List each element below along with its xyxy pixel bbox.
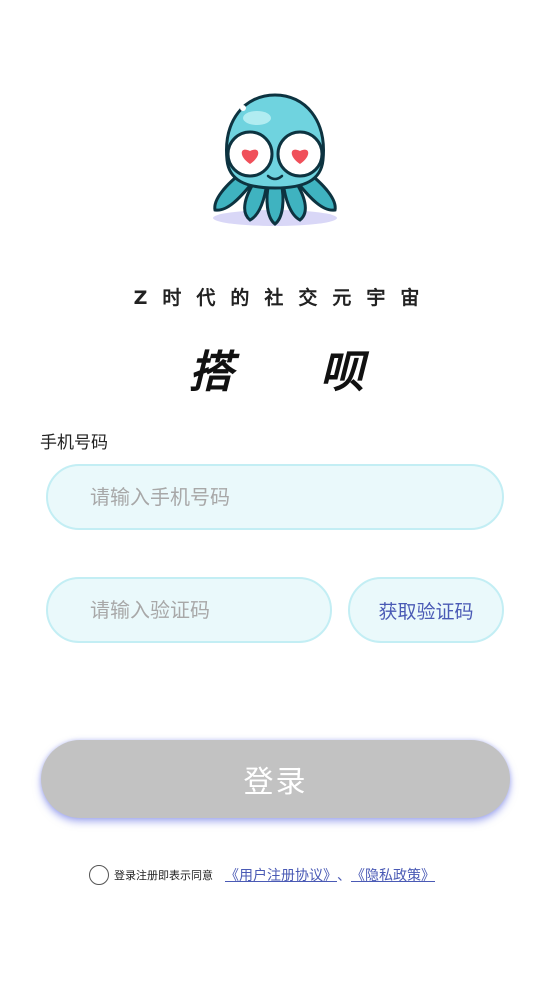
app-brand-title: 搭 呗 [188, 347, 401, 398]
phone-input[interactable] [88, 484, 502, 510]
user-agreement-link[interactable]: 《用户注册协议》 [225, 865, 337, 885]
phone-label: 手机号码 [40, 433, 108, 453]
agreement-text: 登录注册即表示同意 [114, 869, 213, 882]
radio-unchecked-icon[interactable] [89, 865, 109, 885]
agreement-separator: 、 [337, 868, 351, 884]
octopus-mascot-logo [213, 93, 337, 226]
phone-input-wrapper [46, 464, 504, 530]
tagline: Z时代的社交元宇宙 [133, 287, 435, 309]
login-button[interactable]: 登录 [41, 740, 510, 818]
verification-code-input[interactable] [88, 597, 330, 623]
code-input-wrapper [46, 577, 332, 643]
get-code-button[interactable]: 获取验证码 [348, 577, 504, 643]
privacy-policy-link[interactable]: 《隐私政策》 [351, 865, 435, 885]
agreement-row: 登录注册即表示同意 《用户注册协议》 、 《隐私政策》 [89, 865, 435, 885]
